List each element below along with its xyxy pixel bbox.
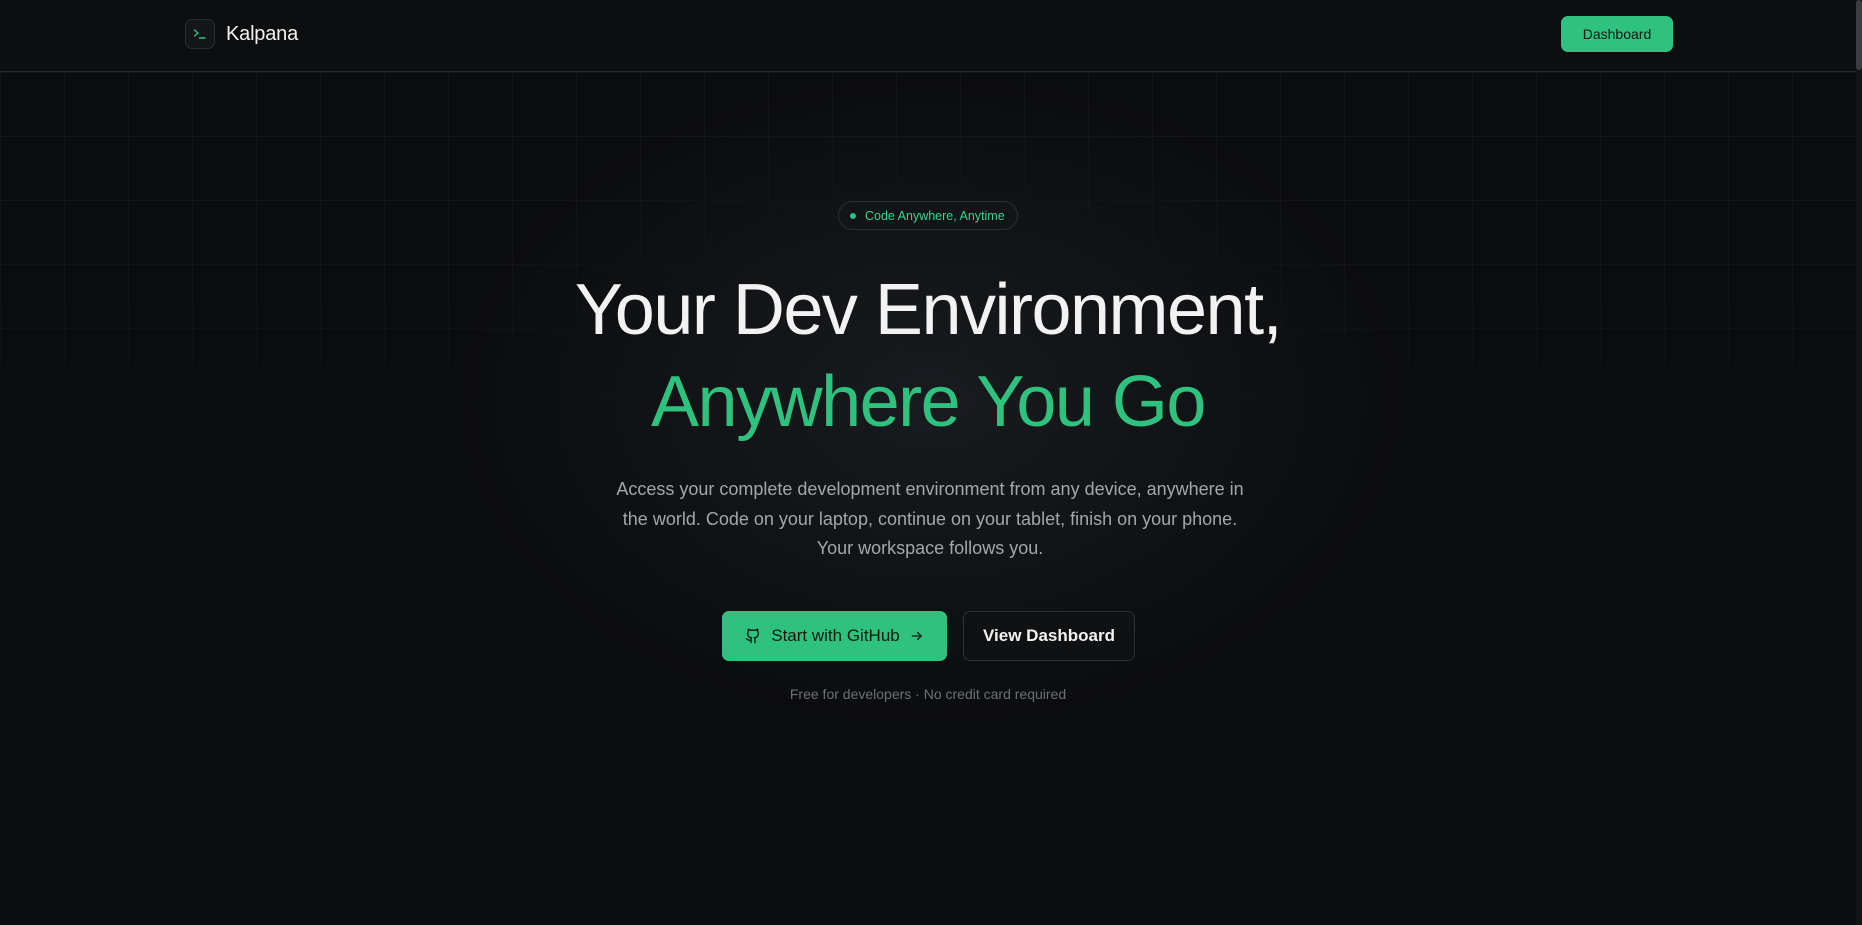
tagline-badge-text: Code Anywhere, Anytime bbox=[865, 208, 1005, 223]
page-scrollbar[interactable] bbox=[1856, 0, 1862, 925]
start-with-github-label: Start with GitHub bbox=[771, 626, 900, 645]
scrollbar-thumb[interactable] bbox=[1856, 0, 1862, 70]
landing-page: Kalpana Dashboard Code Anywhere, Anytime… bbox=[0, 0, 1862, 925]
brand-name: Kalpana bbox=[226, 22, 298, 45]
arrow-right-icon bbox=[910, 629, 924, 643]
tagline-badge: Code Anywhere, Anytime bbox=[838, 201, 1018, 230]
dashboard-button[interactable]: Dashboard bbox=[1561, 16, 1673, 52]
headline-line-1: Your Dev Environment, bbox=[574, 270, 1283, 350]
hero-headline: Your Dev Environment, Anywhere You Go bbox=[0, 264, 1856, 448]
headline-line-2: Anywhere You Go bbox=[651, 362, 1206, 442]
cta-buttons: Start with GitHub View Dashboard bbox=[722, 611, 1135, 661]
start-with-github-button[interactable]: Start with GitHub bbox=[722, 611, 947, 661]
hero-description: Access your complete development environ… bbox=[616, 479, 1244, 558]
top-navbar: Kalpana Dashboard bbox=[0, 0, 1862, 72]
status-dot-icon bbox=[850, 212, 856, 219]
view-dashboard-button[interactable]: View Dashboard bbox=[963, 611, 1135, 661]
terminal-prompt-icon bbox=[185, 19, 215, 49]
github-icon bbox=[745, 628, 761, 644]
brand-logo[interactable]: Kalpana bbox=[185, 18, 298, 50]
hero-footnote: Free for developers · No credit card req… bbox=[789, 686, 1067, 702]
